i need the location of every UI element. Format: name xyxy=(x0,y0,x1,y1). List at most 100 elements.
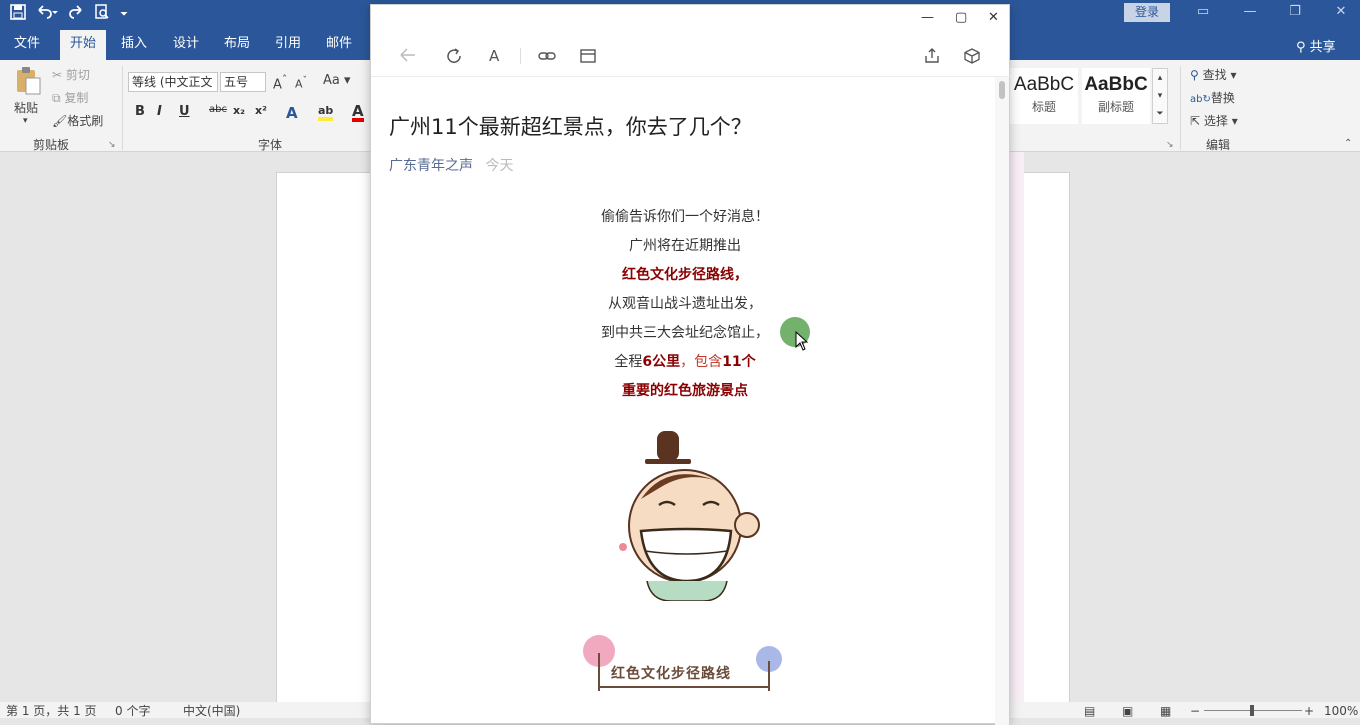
popup-maximize-icon[interactable]: ▢ xyxy=(955,10,967,25)
format-painter-button[interactable]: 🖌格式刷 xyxy=(52,112,103,129)
share-label: 共享 xyxy=(1309,40,1336,55)
style-subtitle-preview: AaBbC xyxy=(1084,74,1148,95)
save-icon[interactable] xyxy=(10,4,26,25)
search-icon: ⚲ xyxy=(1190,68,1199,82)
viewer-scrollbar[interactable] xyxy=(995,77,1009,725)
ribbon-display-icon[interactable]: ▭ xyxy=(1193,4,1213,19)
popup-minimize-icon[interactable]: — xyxy=(921,10,934,25)
style-subtitle[interactable]: AaBbC 副标题 xyxy=(1082,68,1150,124)
italic-icon[interactable]: I xyxy=(157,104,162,119)
word-count[interactable]: 0 个字 xyxy=(115,704,150,718)
font-group-label: 字体 xyxy=(258,138,283,152)
grow-font-icon[interactable]: Aˆ xyxy=(273,73,287,92)
share-button[interactable]: ⚲ 共享 xyxy=(1296,36,1336,55)
highlight-icon[interactable]: ab xyxy=(318,104,334,121)
undo-icon[interactable] xyxy=(36,4,58,25)
body-line: 到中共三大会址纪念馆止， xyxy=(601,325,769,341)
replace-button[interactable]: ab↻替换 xyxy=(1190,89,1235,106)
body-line: 广州将在近期推出 xyxy=(629,238,741,254)
back-icon[interactable] xyxy=(399,47,417,67)
superscript-icon[interactable]: x² xyxy=(255,104,267,117)
underline-icon[interactable]: U xyxy=(179,104,190,119)
viewer-toolbar: A xyxy=(371,35,1011,77)
web-layout-icon[interactable]: ▦ xyxy=(1160,704,1171,718)
replace-icon: ab↻ xyxy=(1190,94,1211,105)
zoom-slider-thumb[interactable] xyxy=(1250,705,1254,716)
article-title: 广州11个最新超红景点，你去了几个？ xyxy=(389,115,752,139)
shrink-font-icon[interactable]: Aˇ xyxy=(295,75,307,91)
clipboard-group-label: 剪贴板 xyxy=(33,138,70,152)
article-source-link[interactable]: 广东青年之声 xyxy=(389,158,473,174)
article-body: 偷偷告诉你们一个好消息！ 广州将在近期推出 红色文化步径路线， 从观音山战斗遗址… xyxy=(389,209,981,412)
login-button[interactable]: 登录 xyxy=(1124,3,1170,22)
clipboard-launcher-icon[interactable]: ↘ xyxy=(108,140,116,150)
zoom-in-icon[interactable]: + xyxy=(1304,704,1314,718)
tab-references[interactable]: 引用 xyxy=(265,30,311,60)
subscript-icon[interactable]: x₂ xyxy=(233,104,245,117)
print-layout-icon[interactable]: ▣ xyxy=(1122,704,1133,718)
change-case-button[interactable]: Aa ▾ xyxy=(323,73,351,88)
close-icon[interactable]: ✕ xyxy=(1331,4,1351,19)
person-icon: ⚲ xyxy=(1296,40,1306,55)
paste-dropdown-icon[interactable]: ▾ xyxy=(23,116,28,126)
styles-launcher-icon[interactable]: ↘ xyxy=(1166,140,1174,150)
find-button[interactable]: ⚲ 查找 ▾ xyxy=(1190,66,1236,83)
paste-icon[interactable] xyxy=(14,66,42,96)
toolbar-divider xyxy=(520,48,521,64)
read-mode-icon[interactable]: ▤ xyxy=(1084,704,1095,718)
article-meta: 广东青年之声 今天 xyxy=(389,155,989,175)
article-content: 广州11个最新超红景点，你去了几个？ 广东青年之声 今天 偷偷告诉你们一个好消息… xyxy=(389,77,989,412)
tab-mailings[interactable]: 邮件 xyxy=(316,30,362,60)
tab-insert[interactable]: 插入 xyxy=(111,30,157,60)
strikethrough-icon[interactable]: abc xyxy=(209,104,227,115)
body-line: 偷偷告诉你们一个好消息！ xyxy=(601,209,769,225)
tab-layout[interactable]: 布局 xyxy=(214,30,260,60)
tab-home[interactable]: 开始 xyxy=(60,30,107,60)
copy-button[interactable]: ⧉ 复制 xyxy=(52,89,88,106)
zoom-out-icon[interactable]: − xyxy=(1190,704,1200,718)
route-banner: 红色文化步径路线 xyxy=(579,633,789,697)
body-line-highlight: 重要的红色旅游景点 xyxy=(622,383,748,399)
styles-scroll[interactable]: ▴ ▾ ⏷ xyxy=(1152,68,1168,124)
redo-icon[interactable] xyxy=(68,4,84,25)
group-separator xyxy=(122,66,123,150)
body-line-distance: 全程6公里，包含11个 xyxy=(614,354,756,370)
restore-icon[interactable]: ❐ xyxy=(1285,4,1305,19)
refresh-icon[interactable] xyxy=(445,47,463,69)
print-preview-icon[interactable] xyxy=(94,4,110,25)
banner-title: 红色文化步径路线 xyxy=(611,666,731,682)
cut-button[interactable]: ✂ 剪切 xyxy=(52,66,90,83)
scrollbar-thumb[interactable] xyxy=(999,81,1005,99)
share-icon[interactable] xyxy=(923,47,941,69)
document-margin-strip xyxy=(1010,152,1024,702)
collapse-ribbon-icon[interactable]: ⌃ xyxy=(1344,138,1352,149)
zoom-level[interactable]: 100% xyxy=(1324,704,1358,718)
select-button[interactable]: ⇱ 选择 ▾ xyxy=(1190,112,1238,129)
language-indicator[interactable]: 中文(中国) xyxy=(183,704,240,718)
popup-close-icon[interactable]: ✕ xyxy=(988,10,999,25)
link-icon[interactable] xyxy=(537,47,557,69)
paste-button[interactable]: 粘贴 xyxy=(14,99,38,116)
body-line-highlight: 红色文化步径路线， xyxy=(622,267,748,283)
style-heading[interactable]: AaBbC 标题 xyxy=(1010,68,1078,124)
font-color-icon[interactable]: A xyxy=(352,104,364,122)
style-subtitle-name: 副标题 xyxy=(1097,100,1134,114)
font-name-combo[interactable]: 等线 (中文正文 xyxy=(128,72,218,92)
pointer-icon: ⇱ xyxy=(1190,114,1201,128)
window-icon[interactable] xyxy=(579,47,597,69)
box-icon[interactable] xyxy=(963,47,981,69)
font-size-icon[interactable]: A xyxy=(489,47,499,65)
font-size-combo[interactable]: 五号 xyxy=(220,72,266,92)
article-viewer-window: — ▢ ✕ A 广州11个最新超红景点，你去了几个？ 广东青年之声 今天 偷偷告… xyxy=(370,4,1011,725)
cartoon-boy-image xyxy=(607,431,767,604)
bold-icon[interactable]: B xyxy=(135,104,145,119)
tab-design[interactable]: 设计 xyxy=(163,30,209,60)
article-date: 今天 xyxy=(485,158,514,174)
text-effects-icon[interactable]: A xyxy=(286,104,298,122)
customize-qat-icon[interactable]: ⏷ xyxy=(120,5,128,25)
minimize-icon[interactable]: — xyxy=(1240,4,1260,19)
copy-icon: ⧉ xyxy=(52,91,61,105)
tab-file[interactable]: 文件 xyxy=(4,30,50,60)
brush-icon: 🖌 xyxy=(52,114,68,128)
page-count[interactable]: 第 1 页，共 1 页 xyxy=(6,704,97,718)
